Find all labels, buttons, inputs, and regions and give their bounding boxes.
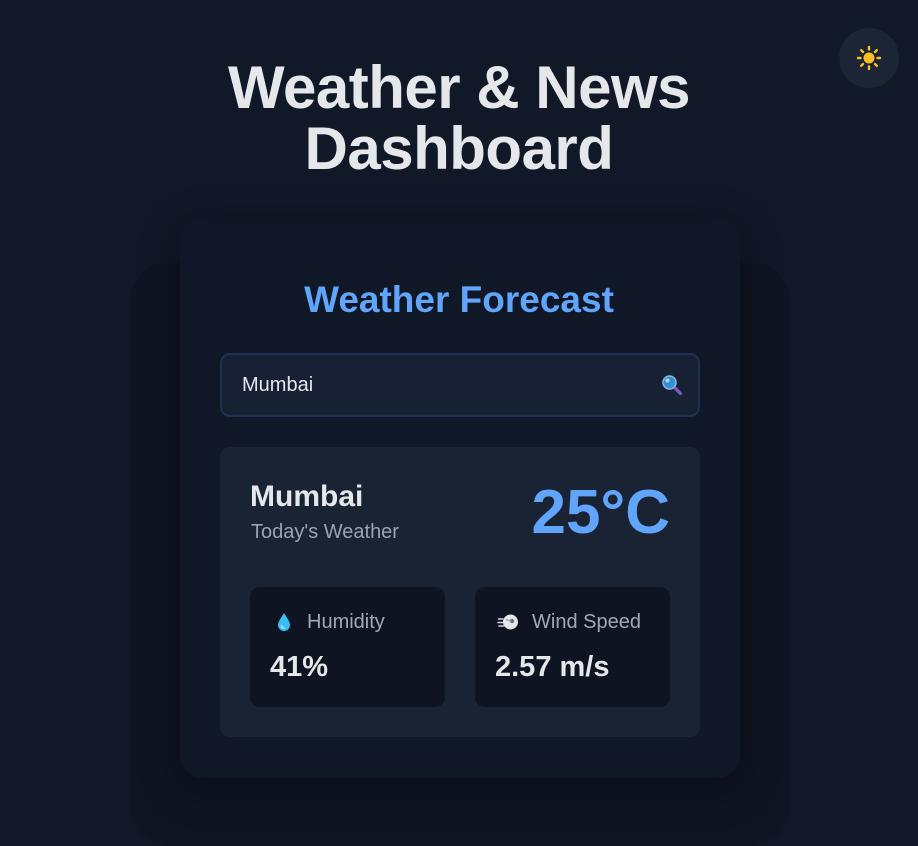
wind-speed-value: 2.57 m/s (495, 651, 610, 683)
city-search-bar (220, 353, 700, 417)
city-search-input[interactable] (242, 355, 642, 415)
wind-speed-label: Wind Speed (532, 611, 641, 633)
water-drop-icon (272, 610, 296, 634)
humidity-label: Humidity (307, 611, 385, 633)
city-name: Mumbai (250, 480, 364, 513)
search-button[interactable] (660, 373, 684, 397)
wind-speed-stat-card: Wind Speed 2.57 m/s (475, 587, 670, 707)
search-icon (661, 374, 683, 396)
page-title-line-1: Weather & News (227, 54, 691, 121)
wind-icon (497, 610, 521, 634)
temperature-value: 25°C (531, 478, 670, 547)
page-title: Weather & News Dashboard (0, 57, 918, 179)
humidity-stat-card: Humidity 41% (250, 587, 445, 707)
page-title-line-2: Dashboard (304, 115, 614, 182)
weather-subtitle: Today's Weather (251, 521, 399, 543)
humidity-value: 41% (270, 651, 329, 683)
weather-forecast-heading: Weather Forecast (304, 279, 614, 320)
